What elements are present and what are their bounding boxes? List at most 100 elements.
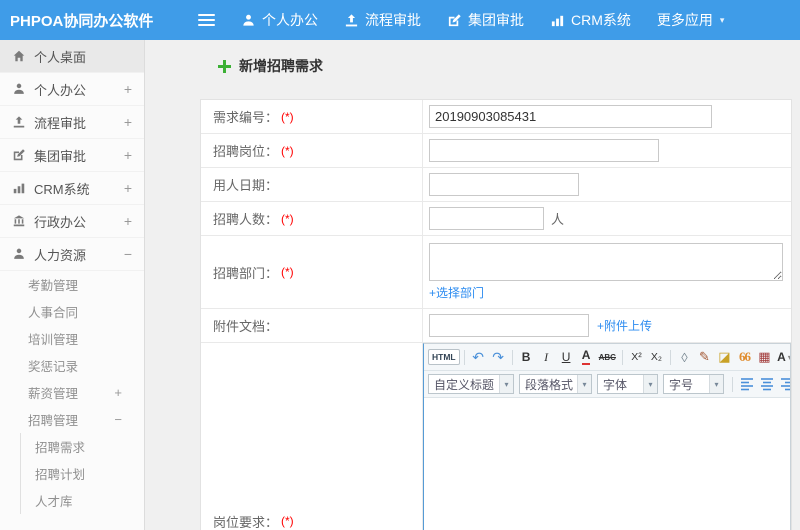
redo-icon[interactable]: ↷ [489,347,508,367]
sidebar-item-workflow-approval[interactable]: 流程审批 + [0,106,144,139]
undo-icon[interactable]: ↶ [469,347,488,367]
toolbar-separator [511,349,513,365]
sidebar-nested-group: 招聘需求 招聘计划 人才库 [20,433,144,514]
sidebar-item-label: CRM系统 [34,181,90,197]
page-title-text: 新增招聘需求 [239,58,323,74]
font-size-select[interactable]: 字号 ▾ [663,374,724,394]
field-value-cell: +选择部门 [423,236,791,308]
nav-label: 集团审批 [468,12,524,28]
field-label-cell: 招聘岗位： (*) [201,134,423,167]
nav-item-personal-office[interactable]: 个人办公 [241,10,318,30]
align-center-icon[interactable] [757,374,776,394]
select-value: 字体 [603,377,628,392]
topbar: PHPOA协同办公软件 个人办公 流程审批 集团审批 CRM系统 更多应用 ▾ [0,0,800,40]
italic-button[interactable]: I [537,347,556,367]
field-label-cell: 岗位要求： (*) [201,343,423,530]
sidebar-item-label: 薪资管理 [28,387,79,401]
field-value-cell [423,100,791,133]
sidebar-item-label: 个人办公 [34,82,87,98]
sidebar-item-label: 行政办公 [34,214,87,230]
sidebar-item-training[interactable]: 培训管理 [0,325,144,352]
insert-date-button[interactable]: ▦ [755,347,774,367]
sidebar-item-rewards[interactable]: 奖惩记录 [0,352,144,379]
field-label: 需求编号： [213,110,279,125]
select-dept-link[interactable]: +选择部门 [429,284,484,301]
recruit-demand-form: 需求编号： (*) 招聘岗位： (*) 用人日期 [200,99,792,530]
align-right-icon[interactable] [777,374,790,394]
sidebar-item-recruit-mgmt[interactable]: 招聘管理 − [0,406,144,433]
upload-attachment-link[interactable]: +附件上传 [597,317,652,334]
toolbar-separator [669,349,671,365]
source-code-button[interactable]: HTML [428,349,460,365]
nav-label: 更多应用 [656,12,713,28]
sidebar-item-salary[interactable]: 薪资管理 + [0,379,144,406]
required-mark: (*) [281,211,294,226]
custom-title-select[interactable]: 自定义标题 ▾ [428,374,514,394]
editor-toolbar-row2: 自定义标题 ▾ 段落格式 ▾ 字体 ▾ 字号 ▾ [424,371,790,398]
font-color-dropdown[interactable]: A▾ [775,347,790,367]
font-color-button[interactable]: A [577,347,596,367]
nav-label: 流程审批 [365,12,421,28]
sidebar-item-label: 招聘管理 [28,414,79,428]
req-no-input[interactable] [429,105,712,128]
font-color-glyph: A [581,349,591,365]
expand-plus-icon: + [123,81,132,97]
sidebar-item-talent-pool[interactable]: 人才库 [21,487,144,514]
nav-item-more-apps[interactable]: 更多应用 ▾ [657,10,725,30]
page-title: 新增招聘需求 [218,56,800,76]
strikethrough-button[interactable]: ABC [597,347,618,367]
edit-approve-icon [12,148,26,162]
blockquote-button[interactable]: 66 [735,347,754,367]
format-brush-button[interactable]: ✎ [695,347,714,367]
sidebar-item-attendance[interactable]: 考勤管理 [0,271,144,298]
sidebar-item-label: 招聘计划 [35,468,86,482]
workflow-icon [344,13,359,28]
sidebar-item-hr[interactable]: 人力资源 − [0,238,144,271]
position-input[interactable] [429,139,659,162]
form-row-requirement: 岗位要求： (*) HTML ↶ ↷ B I U A ABC X² X₂ ◊ ✎… [201,343,791,530]
edit-approve-icon [447,13,462,28]
sidebar-item-recruit-plan[interactable]: 招聘计划 [21,460,144,487]
attachment-input[interactable] [429,314,589,337]
collapse-minus-icon: − [123,246,132,262]
nav-item-group-approval[interactable]: 集团审批 [447,10,524,30]
app-logo: PHPOA协同办公软件 [10,12,154,30]
superscript-button[interactable]: X² [627,347,646,367]
required-mark: (*) [281,514,294,528]
menu-icon[interactable] [198,11,215,29]
date-input[interactable] [429,173,579,196]
requirement-editor-body[interactable] [424,398,790,530]
highlight-color-button[interactable]: ◪ [715,347,734,367]
nav-label: CRM系统 [571,12,631,28]
collapse-minus-icon: − [114,412,122,427]
nav-item-crm[interactable]: CRM系统 [550,10,631,30]
subscript-button[interactable]: X₂ [647,347,666,367]
paragraph-format-select[interactable]: 段落格式 ▾ [519,374,592,394]
count-input[interactable] [429,207,544,230]
sidebar-item-crm[interactable]: CRM系统 + [0,172,144,205]
remove-format-button[interactable]: ◊ [675,347,694,367]
bold-button[interactable]: B [517,347,536,367]
form-row-req-no: 需求编号： (*) [201,100,791,134]
sidebar-item-personal-office[interactable]: 个人办公 + [0,73,144,106]
toolbar-separator [732,376,733,392]
sidebar-item-label: 奖惩记录 [28,360,79,374]
field-label-cell: 附件文档： [201,309,423,342]
select-value: 段落格式 [525,377,574,392]
select-value: 字号 [669,377,694,392]
sidebar-item-group-approval[interactable]: 集团审批 + [0,139,144,172]
underline-button[interactable]: U [557,347,576,367]
align-left-icon[interactable] [737,374,756,394]
sidebar-item-hr-contract[interactable]: 人事合同 [0,298,144,325]
font-family-select[interactable]: 字体 ▾ [597,374,658,394]
field-value-cell: HTML ↶ ↷ B I U A ABC X² X₂ ◊ ✎ ◪ 66 ▦ A … [423,343,791,530]
chevron-down-icon: ▾ [719,14,725,25]
sidebar-item-recruit-demand[interactable]: 招聘需求 [21,433,144,460]
sidebar-item-admin-office[interactable]: 行政办公 + [0,205,144,238]
sidebar-item-label: 个人桌面 [34,49,87,65]
nav-item-workflow-approval[interactable]: 流程审批 [344,10,421,30]
dept-textarea[interactable] [429,243,783,281]
field-label-cell: 用人日期： [201,168,423,201]
sidebar-item-label: 流程审批 [34,115,87,131]
sidebar-item-personal-desktop[interactable]: 个人桌面 [0,40,144,73]
